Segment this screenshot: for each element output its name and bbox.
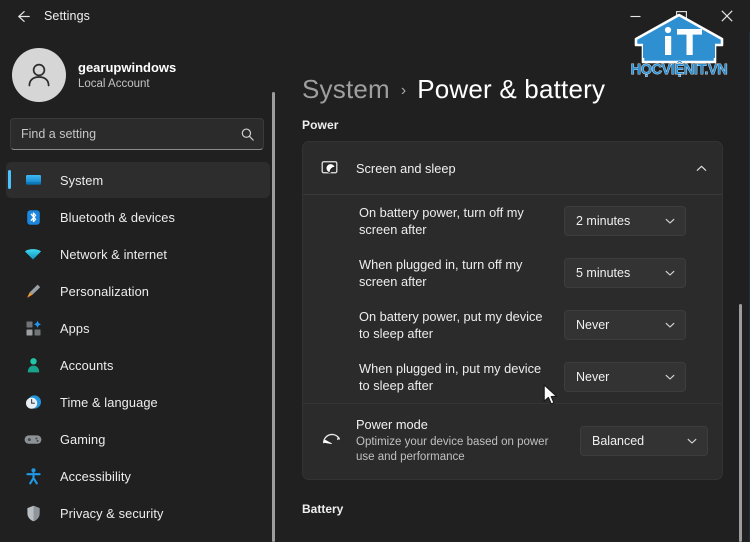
row-power-mode: Power mode Optimize your device based on…	[303, 403, 722, 479]
monitor-icon	[22, 170, 44, 190]
power-card: Screen and sleep On battery power, turn …	[302, 141, 723, 480]
sidebar-item-accessibility[interactable]: Accessibility	[6, 458, 270, 494]
bluetooth-icon	[22, 207, 44, 227]
chevron-down-icon	[664, 371, 676, 383]
back-button[interactable]	[6, 0, 40, 32]
screen-sleep-icon	[319, 157, 341, 179]
sidebar-item-apps[interactable]: Apps	[6, 310, 270, 346]
window-body: gearupwindows Local Account Find a setti…	[0, 32, 750, 542]
sidebar-item-label: Privacy & security	[60, 505, 164, 521]
title-bar: Settings	[0, 0, 750, 32]
sidebar-item-bluetooth-devices[interactable]: Bluetooth & devices	[6, 199, 270, 235]
sidebar-item-accounts[interactable]: Accounts	[6, 347, 270, 383]
row-label: When plugged in, put my device to sleep …	[359, 361, 542, 393]
close-icon	[721, 10, 733, 22]
sidebar-item-time-language[interactable]: Time & language	[6, 384, 270, 420]
avatar	[12, 48, 66, 102]
gauge-icon	[319, 429, 343, 453]
sidebar-item-personalization[interactable]: Personalization	[6, 273, 270, 309]
breadcrumb-parent[interactable]: System	[302, 74, 390, 105]
power-section-heading: Power	[302, 118, 339, 132]
content-area: System › Power & battery Power Screen an…	[280, 32, 750, 542]
clock-icon	[22, 392, 44, 412]
maximize-icon	[675, 10, 687, 22]
combo-battery-sleep[interactable]: Never	[564, 310, 686, 340]
profile-name: gearupwindows	[78, 59, 177, 75]
window-controls	[612, 0, 750, 32]
sidebar-item-label: Accounts	[60, 357, 114, 373]
user-profile[interactable]: gearupwindows Local Account	[0, 34, 280, 116]
sidebar-item-network-internet[interactable]: Network & internet	[6, 236, 270, 272]
row-plugged-screen-off: When plugged in, turn off my screen afte…	[303, 247, 722, 299]
sidebar-nav: System Bluetooth & devices Network & int…	[0, 162, 280, 531]
power-mode-description: Optimize your device based on power use …	[356, 436, 549, 463]
row-battery-sleep: On battery power, put my device to sleep…	[303, 299, 722, 351]
profile-account-type: Local Account	[78, 77, 150, 90]
row-label: On battery power, put my device to sleep…	[359, 309, 543, 341]
chevron-down-icon	[686, 435, 698, 447]
breadcrumb-separator-icon: ›	[400, 82, 407, 99]
content-scrollbar[interactable]	[739, 304, 742, 542]
combo-value: Never	[576, 370, 610, 384]
minimize-button[interactable]	[612, 0, 658, 32]
power-mode-title: Power mode	[356, 417, 428, 432]
sidebar-item-label: Accessibility	[60, 468, 131, 484]
account-icon	[22, 355, 44, 375]
sidebar-item-system[interactable]: System	[6, 162, 270, 198]
sidebar-item-label: System	[60, 172, 104, 188]
sidebar-item-label: Apps	[60, 320, 90, 336]
row-label: On battery power, turn off my screen aft…	[359, 205, 524, 237]
profile-text: gearupwindows Local Account	[78, 59, 176, 92]
battery-section-heading: Battery	[302, 502, 344, 516]
search-icon[interactable]	[240, 127, 255, 142]
sidebar-item-gaming[interactable]: Gaming	[6, 421, 270, 457]
search-input[interactable]	[21, 127, 240, 141]
sidebar-item-label: Time & language	[60, 394, 158, 410]
sidebar-item-label: Personalization	[60, 283, 149, 299]
row-label: When plugged in, turn off my screen afte…	[359, 257, 523, 289]
back-arrow-icon	[17, 10, 30, 22]
paintbrush-icon	[22, 281, 44, 301]
combo-plugged-screen-off[interactable]: 5 minutes	[564, 258, 686, 288]
power-mode-text: Power mode Optimize your device based on…	[356, 416, 580, 465]
sidebar-item-label: Bluetooth & devices	[60, 209, 176, 225]
minimize-icon	[630, 15, 640, 17]
row-battery-screen-off: On battery power, turn off my screen aft…	[303, 195, 722, 247]
combo-value: 5 minutes	[576, 266, 631, 280]
close-button[interactable]	[704, 0, 750, 32]
combo-value: Balanced	[592, 433, 645, 448]
shield-icon	[22, 503, 44, 523]
chevron-up-icon[interactable]	[695, 162, 708, 175]
sidebar-item-label: Network & internet	[60, 246, 168, 262]
search-box[interactable]	[10, 118, 264, 150]
row-plugged-sleep: When plugged in, put my device to sleep …	[303, 351, 722, 403]
sidebar-item-privacy-security[interactable]: Privacy & security	[6, 495, 270, 531]
wifi-icon	[22, 244, 44, 264]
chevron-down-icon	[664, 215, 676, 227]
sidebar-item-label: Gaming	[60, 431, 106, 447]
screen-and-sleep-label: Screen and sleep	[356, 160, 456, 176]
sidebar: gearupwindows Local Account Find a setti…	[0, 32, 280, 542]
combo-power-mode[interactable]: Balanced	[580, 425, 708, 456]
combo-battery-screen-off[interactable]: 2 minutes	[564, 206, 686, 236]
person-icon	[28, 63, 50, 87]
settings-window: Settings gearupwindows Local Account Fin…	[0, 0, 750, 542]
sidebar-scrollbar[interactable]	[272, 92, 275, 542]
combo-value: Never	[576, 318, 610, 332]
combo-plugged-sleep[interactable]: Never	[564, 362, 686, 392]
breadcrumb: System › Power & battery	[302, 32, 740, 104]
accessibility-icon	[22, 466, 44, 486]
combo-value: 2 minutes	[576, 214, 631, 228]
screen-and-sleep-header[interactable]: Screen and sleep	[303, 142, 722, 195]
window-title: Settings	[44, 9, 90, 23]
chevron-down-icon	[664, 319, 676, 331]
apps-icon	[22, 318, 44, 338]
maximize-button[interactable]	[658, 0, 704, 32]
chevron-down-icon	[664, 267, 676, 279]
page-title: Power & battery	[417, 74, 606, 104]
gamepad-icon	[22, 429, 44, 449]
